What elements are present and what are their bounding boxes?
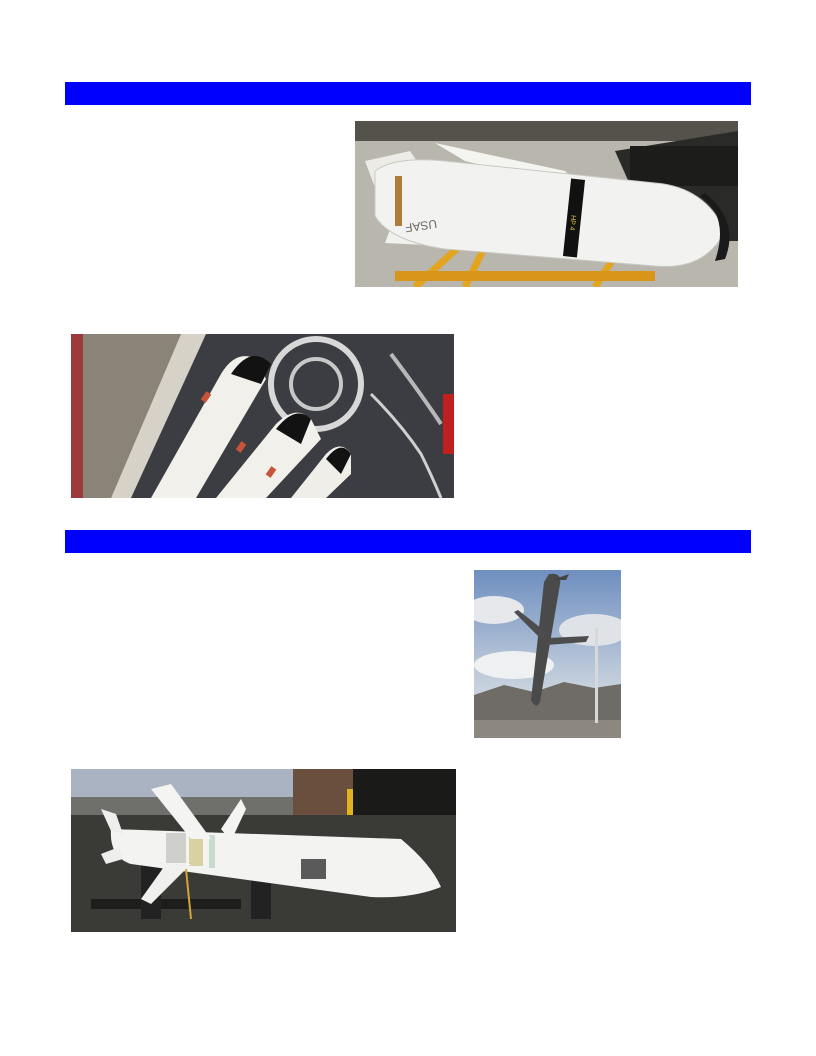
- section-header-bar-2: [65, 530, 751, 553]
- missile-cradle-photo: USAF HP 4: [355, 121, 738, 287]
- missile-flight-photo: [474, 570, 621, 738]
- weapons-bay-photo: [71, 334, 454, 498]
- section-header-bar-1: [65, 82, 751, 105]
- missile-stand-photo: [71, 769, 456, 932]
